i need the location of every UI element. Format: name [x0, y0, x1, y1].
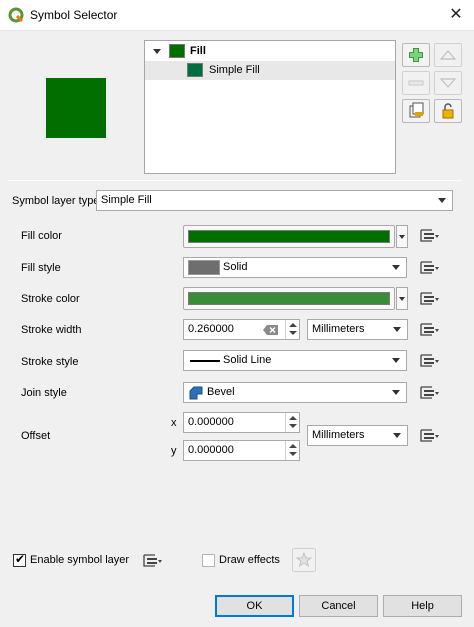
chevron-down-icon [392, 265, 400, 270]
stroke-width-spinbox[interactable]: 0.260000 [183, 319, 300, 340]
draw-effects-checkbox[interactable] [202, 554, 215, 567]
join-style-label: Join style [21, 387, 67, 399]
chevron-down-icon [393, 327, 401, 332]
data-defined-override-icon[interactable] [417, 289, 441, 309]
combo-value: Millimeters [312, 429, 365, 441]
fill-symbol-icon [169, 44, 185, 58]
tree-item-fill[interactable]: Fill [145, 42, 395, 61]
move-down-icon [439, 78, 457, 88]
fill-color-button[interactable] [183, 225, 395, 248]
fill-style-swatch [188, 260, 220, 275]
close-button[interactable]: ✕ [446, 5, 466, 25]
chevron-down-icon [438, 198, 446, 203]
data-defined-override-icon[interactable] [140, 551, 164, 571]
spin-arrows[interactable] [285, 320, 299, 339]
data-defined-override-icon[interactable] [417, 258, 441, 278]
combo-value: Simple Fill [101, 194, 152, 206]
simple-fill-layer-icon [187, 63, 203, 77]
data-defined-override-icon[interactable] [417, 320, 441, 340]
stroke-width-label: Stroke width [21, 324, 82, 336]
data-defined-override-icon[interactable] [417, 426, 441, 446]
stroke-color-button[interactable] [183, 287, 395, 310]
combo-value: Millimeters [312, 323, 365, 335]
help-button[interactable]: Help [383, 595, 462, 617]
draw-effects-label: Draw effects [219, 554, 280, 566]
qgis-logo-icon [8, 7, 24, 23]
offset-x-spinbox[interactable]: 0.000000 [183, 412, 300, 433]
expand-arrow-icon[interactable] [153, 49, 161, 54]
stroke-color-menu-button[interactable] [396, 287, 408, 310]
symbol-layer-type-label: Symbol layer type [12, 195, 100, 207]
stroke-width-unit-combo[interactable]: Millimeters [307, 319, 408, 340]
symbol-layer-type-combo[interactable]: Simple Fill [96, 190, 453, 211]
combo-value: Solid [223, 261, 248, 273]
fill-style-combo[interactable]: Solid [183, 257, 407, 278]
stroke-width-value: 0.260000 [188, 323, 234, 335]
offset-y-value: 0.000000 [188, 444, 234, 456]
offset-label: Offset [21, 430, 51, 442]
combo-value: Bevel [207, 386, 235, 398]
window-title: Symbol Selector [30, 8, 118, 22]
check-icon: ✔ [15, 552, 26, 566]
duplicate-layer-icon [409, 102, 424, 118]
offset-unit-combo[interactable]: Millimeters [307, 425, 408, 446]
bevel-join-icon [189, 386, 203, 400]
data-defined-override-icon[interactable] [417, 383, 441, 403]
solid-line-icon [190, 360, 220, 362]
clear-icon[interactable] [263, 324, 279, 336]
chevron-down-icon [393, 433, 401, 438]
enable-symbol-layer-checkbox[interactable]: ✔ [13, 552, 26, 567]
stroke-color-label: Stroke color [21, 293, 80, 305]
combo-value: Solid Line [223, 354, 272, 366]
offset-x-value: 0.000000 [188, 416, 234, 428]
remove-layer-icon [408, 80, 424, 86]
move-down-button[interactable] [434, 71, 462, 95]
spin-arrows[interactable] [285, 413, 299, 432]
add-layer-icon [409, 48, 423, 62]
move-up-icon [439, 50, 457, 60]
cancel-button[interactable]: Cancel [299, 595, 378, 617]
lock-layer-button[interactable] [434, 99, 462, 123]
spin-arrows[interactable] [285, 441, 299, 460]
fill-color-swatch [188, 230, 390, 243]
data-defined-override-icon[interactable] [417, 226, 441, 246]
ok-button[interactable]: OK [215, 595, 294, 617]
fill-color-label: Fill color [21, 230, 62, 242]
data-defined-override-icon[interactable] [417, 351, 441, 371]
symbol-layer-tree[interactable]: Fill Simple Fill [144, 40, 396, 174]
offset-x-label: x [171, 417, 177, 429]
stroke-style-combo[interactable]: Solid Line [183, 350, 407, 371]
offset-y-label: y [171, 445, 177, 457]
enable-symbol-layer-label: Enable symbol layer [30, 554, 130, 566]
duplicate-layer-button[interactable] [402, 99, 430, 123]
star-effects-icon [295, 551, 313, 568]
stroke-style-label: Stroke style [21, 356, 79, 368]
tree-item-label: Fill [190, 45, 206, 57]
symbol-preview [46, 78, 106, 138]
tree-item-label: Simple Fill [209, 64, 260, 76]
chevron-down-icon [392, 390, 400, 395]
move-up-button[interactable] [434, 43, 462, 67]
tree-item-simple-fill[interactable]: Simple Fill [145, 61, 395, 80]
fill-color-menu-button[interactable] [396, 225, 408, 248]
offset-y-spinbox[interactable]: 0.000000 [183, 440, 300, 461]
effects-button[interactable] [292, 548, 316, 572]
stroke-color-swatch [188, 292, 390, 305]
fill-style-label: Fill style [21, 262, 61, 274]
separator [8, 180, 462, 181]
add-layer-button[interactable] [402, 43, 430, 67]
join-style-combo[interactable]: Bevel [183, 382, 407, 403]
chevron-down-icon [392, 358, 400, 363]
lock-icon [442, 103, 454, 119]
remove-layer-button[interactable] [402, 71, 430, 95]
